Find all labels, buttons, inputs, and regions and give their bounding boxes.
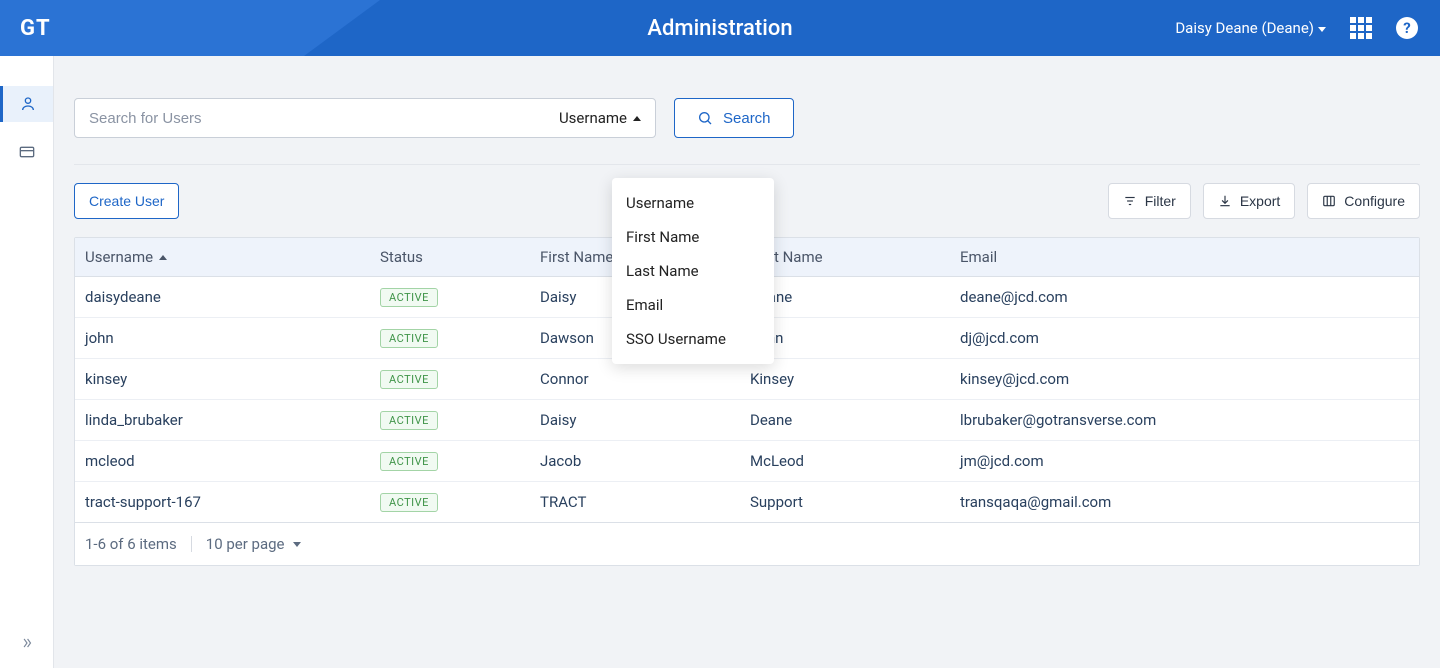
column-email[interactable]: Email [950, 238, 1419, 276]
filter-label: Filter [1145, 193, 1176, 209]
table-footer: 1-6 of 6 items 10 per page [75, 523, 1419, 565]
search-type-label: Username [559, 109, 627, 127]
search-row: Username Search [74, 98, 1420, 138]
card-icon [19, 145, 35, 159]
table-row[interactable]: linda_brubaker ACTIVE DaisyDeanelbrubaker@… [75, 400, 1419, 441]
sort-asc-icon [159, 255, 167, 260]
status-badge: ACTIVE [380, 329, 438, 348]
top-bar: GT Administration Daisy Deane (Deane) ? [0, 0, 1440, 56]
search-combo: Username [74, 98, 656, 138]
pagination-range: 1-6 of 6 items [85, 535, 177, 553]
cell-first-name: Connor [530, 360, 740, 398]
configure-button[interactable]: Configure [1307, 183, 1420, 219]
search-type-dropdown[interactable]: Username [545, 99, 655, 137]
cell-email: jm@jcd.com [950, 442, 1419, 480]
status-badge: ACTIVE [380, 411, 438, 430]
dropdown-option[interactable]: Username [612, 186, 774, 220]
status-badge: ACTIVE [380, 493, 438, 512]
user-menu[interactable]: Daisy Deane (Deane) [1175, 19, 1326, 37]
dropdown-option[interactable]: Email [612, 288, 774, 322]
cell-last-name: Deane [740, 401, 950, 439]
chevron-down-icon [293, 542, 301, 547]
cell-status: ACTIVE [370, 318, 530, 358]
user-label: Daisy Deane (Deane) [1175, 19, 1314, 37]
column-username[interactable]: Username [75, 238, 370, 276]
cell-username: linda_brubaker [75, 401, 370, 439]
column-label: Email [960, 248, 997, 266]
sidebar-item-users[interactable] [0, 86, 53, 122]
dropdown-option[interactable]: SSO Username [612, 322, 774, 356]
cell-email: kinsey@jcd.com [950, 360, 1419, 398]
column-label: Status [380, 248, 423, 266]
table-row[interactable]: tract-support-167 ACTIVE TRACTSupporttrans… [75, 482, 1419, 523]
search-button-label: Search [723, 110, 771, 127]
cell-username: john [75, 319, 370, 357]
per-page-dropdown[interactable]: 10 per page [206, 535, 301, 553]
cell-first-name: Jacob [530, 442, 740, 480]
configure-label: Configure [1344, 193, 1405, 209]
cell-email: deane@jcd.com [950, 278, 1419, 316]
cell-last-name: Kinsey [740, 360, 950, 398]
apps-grid-icon[interactable] [1350, 17, 1372, 39]
cell-username: kinsey [75, 360, 370, 398]
cell-email: dj@jcd.com [950, 319, 1419, 357]
column-label: First Name [540, 248, 613, 266]
chevrons-right-icon [19, 636, 35, 650]
page-title: Administration [647, 16, 792, 41]
table-row[interactable]: mcleod ACTIVE JacobMcLeodjm@jcd.com [75, 441, 1419, 482]
cell-username: mcleod [75, 442, 370, 480]
cell-last-name: McLeod [740, 442, 950, 480]
app-logo: GT [20, 16, 51, 41]
column-status[interactable]: Status [370, 238, 530, 276]
cell-status: ACTIVE [370, 400, 530, 440]
chevron-down-icon [1318, 27, 1326, 32]
export-button[interactable]: Export [1203, 183, 1295, 219]
export-label: Export [1240, 193, 1280, 209]
dropdown-option[interactable]: First Name [612, 220, 774, 254]
table-row[interactable]: kinsey ACTIVE ConnorKinseykinsey@jcd.com [75, 359, 1419, 400]
sidebar [0, 56, 54, 668]
status-badge: ACTIVE [380, 452, 438, 471]
cell-status: ACTIVE [370, 482, 530, 522]
chevron-up-icon [633, 116, 641, 121]
cell-email: lbrubaker@gotransverse.com [950, 401, 1419, 439]
cell-username: tract-support-167 [75, 483, 370, 521]
columns-icon [1322, 194, 1336, 208]
cell-status: ACTIVE [370, 441, 530, 481]
filter-icon [1123, 194, 1137, 208]
sidebar-item-secondary[interactable] [0, 134, 53, 170]
cell-status: ACTIVE [370, 359, 530, 399]
filter-button[interactable]: Filter [1108, 183, 1191, 219]
per-page-label: 10 per page [206, 535, 285, 553]
status-badge: ACTIVE [380, 288, 438, 307]
search-type-options: UsernameFirst NameLast NameEmailSSO User… [612, 178, 774, 364]
cell-username: daisydeane [75, 278, 370, 316]
user-icon [20, 96, 36, 112]
dropdown-option[interactable]: Last Name [612, 254, 774, 288]
separator [191, 536, 192, 552]
cell-first-name: Daisy [530, 401, 740, 439]
section-divider [74, 164, 1420, 165]
actions-right: Filter Export Configur [1108, 183, 1420, 219]
search-icon [697, 110, 713, 126]
cell-status: ACTIVE [370, 277, 530, 317]
create-user-button[interactable]: Create User [74, 183, 179, 219]
column-label: Username [85, 248, 153, 266]
cell-last-name: Support [740, 483, 950, 521]
help-icon[interactable]: ? [1396, 17, 1418, 39]
cell-email: transqaqa@gmail.com [950, 483, 1419, 521]
sidebar-expand[interactable] [0, 636, 53, 650]
search-button[interactable]: Search [674, 98, 794, 138]
status-badge: ACTIVE [380, 370, 438, 389]
download-icon [1218, 194, 1232, 208]
topbar-right: Daisy Deane (Deane) ? [1175, 17, 1440, 39]
search-input[interactable] [75, 99, 545, 137]
cell-first-name: TRACT [530, 483, 740, 521]
